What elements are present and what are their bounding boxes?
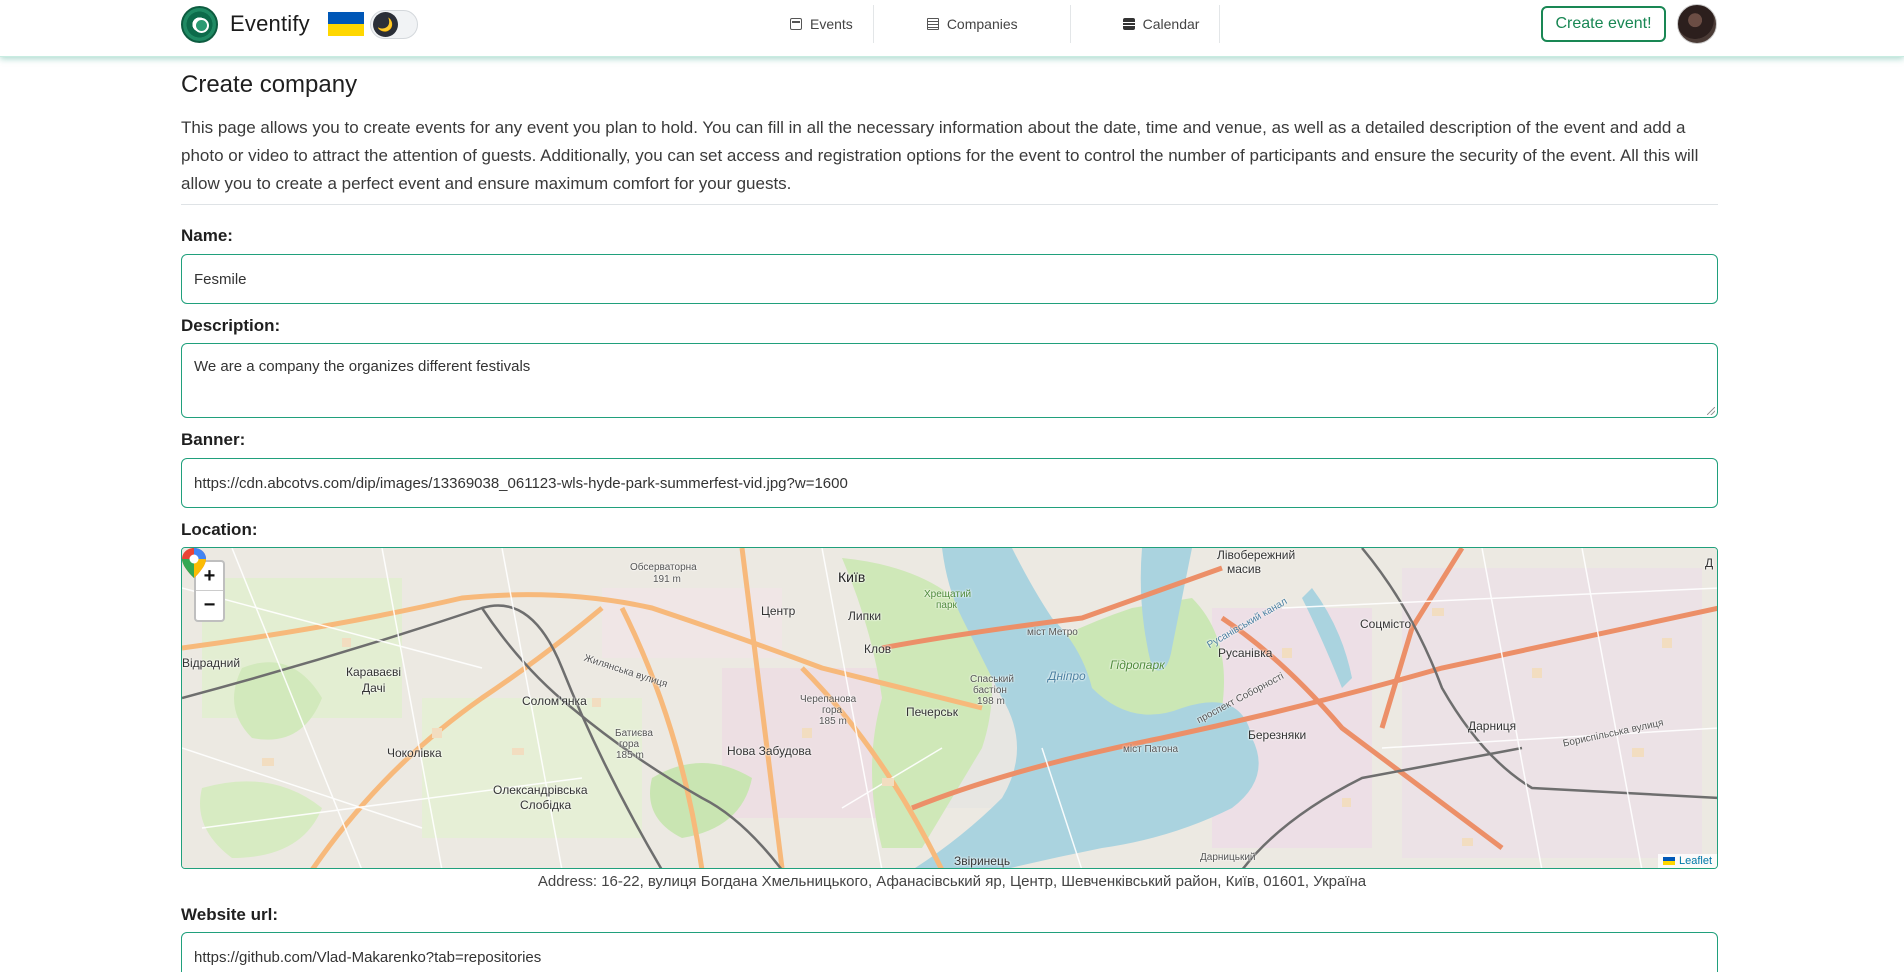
map-label: 185 m — [819, 716, 847, 727]
map-label: Дарницький — [1200, 852, 1256, 863]
description-label: Description: — [181, 316, 281, 335]
avatar[interactable] — [1677, 4, 1717, 44]
map-label: Русанівка — [1218, 646, 1273, 660]
website-input-value: https://github.com/Vlad-Makarenko?tab=re… — [194, 948, 542, 966]
map-label: 198 m — [977, 696, 1005, 707]
name-input-value: Fesmile — [194, 270, 247, 288]
nav-link-events[interactable]: Events — [770, 5, 874, 43]
page-description: This page allows you to create events fo… — [181, 118, 1699, 193]
map-label: Київ — [838, 569, 866, 585]
nav-link-calendar[interactable]: Calendar — [1071, 5, 1221, 43]
map-label: Дніпро — [1048, 669, 1086, 683]
banner-input-value: https://cdn.abcotvs.com/dip/images/13369… — [194, 474, 848, 492]
calendar-alt-icon — [1122, 18, 1135, 30]
map-label: міст Патона — [1123, 744, 1179, 755]
ukraine-flag-icon — [327, 12, 364, 36]
moon-icon: 🌙 — [373, 12, 398, 37]
map-label: парк — [936, 600, 957, 611]
map-label: бастіон — [973, 685, 1007, 696]
map-label: масив — [1227, 562, 1262, 576]
map-label: Чоколівка — [387, 746, 442, 760]
map-label: Березняки — [1248, 728, 1307, 742]
map-label: міст Метро — [1027, 627, 1078, 638]
map-label: 185 m — [616, 750, 644, 761]
map-label: Караваєві — [346, 665, 402, 679]
address-text: Address: 16-22, вулиця Богдана Хмельниць… — [537, 873, 1367, 890]
divider — [181, 204, 1718, 205]
map-label: Д — [1705, 556, 1714, 570]
navbar: Eventify 🌙 Events Companies Calendar Cre… — [0, 0, 1904, 57]
map-label: Печерськ — [906, 705, 959, 719]
banner-label: Banner: — [181, 430, 246, 449]
name-input[interactable]: Fesmile — [181, 254, 1718, 304]
map-label: гора — [619, 739, 640, 750]
location-label: Location: — [181, 520, 258, 539]
theme-toggle[interactable]: 🌙 — [370, 10, 418, 39]
map-label: Нова Забудова — [727, 744, 812, 758]
map-label: гора — [822, 705, 843, 716]
map-label: Дарниця — [1468, 719, 1517, 733]
map-label: Гідропарк — [1110, 658, 1165, 672]
map-label: Звіринець — [954, 854, 1011, 868]
map-label: Олександрівська — [493, 783, 588, 797]
map-label: 191 m — [653, 574, 681, 585]
map-label: Солом'янка — [522, 694, 587, 708]
nav-link-label: Events — [810, 16, 853, 32]
map-label: Слобідка — [520, 798, 572, 812]
map-label: Черепанова — [800, 694, 857, 705]
website-label: Website url: — [181, 905, 278, 924]
map-label: Центр — [761, 604, 796, 618]
nav-link-label: Companies — [946, 16, 1018, 32]
map-label: Клов — [864, 642, 892, 656]
nav-link-label: Calendar — [1142, 16, 1200, 32]
nav-links: Events Companies Calendar — [770, 5, 1221, 43]
map-label: Дачі — [362, 681, 386, 695]
description-textarea-value: We are a company the organizes different… — [194, 358, 531, 375]
map-pin-icon[interactable] — [182, 548, 206, 578]
location-map[interactable]: + − Київ Центр Липки Клов Печерськ Солом… — [181, 547, 1718, 869]
map-label: Батиєва — [615, 728, 653, 739]
description-textarea[interactable]: We are a company the organizes different… — [181, 343, 1718, 418]
create-event-button[interactable]: Create event! — [1541, 6, 1666, 42]
page-title: Create company — [181, 71, 358, 98]
map-label: Хрещатий — [924, 589, 972, 600]
map-label: Спаський — [970, 674, 1014, 685]
nav-link-companies[interactable]: Companies — [874, 5, 1071, 43]
ukraine-flag-icon — [1662, 857, 1675, 865]
map-label: Лівобережний — [1217, 548, 1296, 562]
resize-handle-icon[interactable] — [1707, 407, 1715, 415]
logo-icon — [181, 5, 218, 43]
map-label: Обсерваторна — [630, 562, 697, 573]
zoom-out-button[interactable]: − — [196, 591, 223, 620]
website-input[interactable]: https://github.com/Vlad-Makarenko?tab=re… — [181, 932, 1718, 972]
map-label: Соцмісто — [1360, 617, 1412, 631]
brand[interactable]: Eventify — [181, 5, 364, 43]
map-attribution[interactable]: Leaflet — [1657, 854, 1717, 868]
banner-input[interactable]: https://cdn.abcotvs.com/dip/images/13369… — [181, 458, 1718, 508]
name-label: Name: — [181, 226, 233, 245]
brand-name: Eventify — [230, 11, 310, 36]
map-label: Відрадний — [182, 656, 241, 670]
calendar-icon — [790, 18, 802, 30]
building-icon — [926, 18, 939, 30]
map-label: Липки — [848, 609, 882, 623]
leaflet-link[interactable]: Leaflet — [1679, 855, 1712, 867]
